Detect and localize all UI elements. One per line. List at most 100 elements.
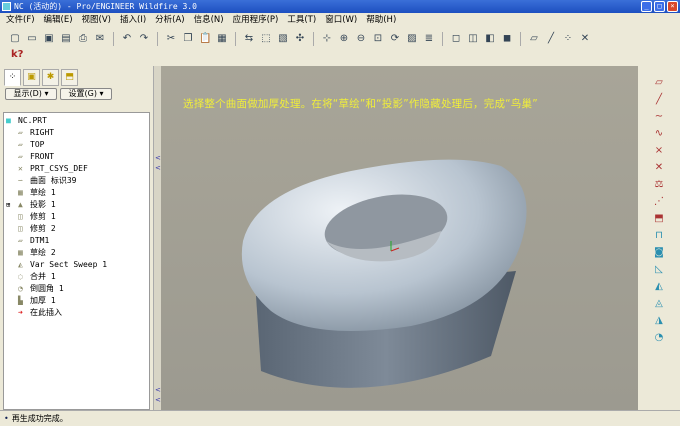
- tree-item-label: NC.PRT: [18, 116, 47, 125]
- variable-sweep-icon[interactable]: ◮: [652, 314, 666, 328]
- insert-style-icon[interactable]: ⬒: [652, 212, 666, 226]
- tree-item-label: 合并 1: [30, 272, 56, 281]
- offset-icon[interactable]: ◬: [652, 297, 666, 311]
- minimize-button[interactable]: _: [641, 1, 652, 12]
- graphics-viewport[interactable]: 选择整个曲面做加厚处理。在将“草绘”和“投影”作隐藏处理后，完成“鸟巢”: [161, 66, 638, 410]
- tree-item[interactable]: ■ NC.PRT: [4, 115, 149, 127]
- tree-item[interactable]: ◭ Var Sect Sweep 1: [4, 259, 149, 271]
- saved-views-icon[interactable]: ▨: [405, 32, 419, 46]
- regenerate-icon[interactable]: ⇆: [242, 32, 256, 46]
- menu-item-6[interactable]: 应用程序(P): [233, 13, 279, 28]
- menu-item-4[interactable]: 分析(A): [155, 13, 184, 28]
- tab-folder-browser[interactable]: ▣: [23, 69, 40, 86]
- menu-item-1[interactable]: 编辑(E): [44, 13, 73, 28]
- round-icon[interactable]: ◔: [652, 331, 666, 345]
- new-icon[interactable]: ▢: [8, 32, 22, 46]
- tree-item[interactable]: ▱ TOP: [4, 139, 149, 151]
- no-hidden-icon[interactable]: ◧: [483, 32, 497, 46]
- datum-plane-icon[interactable]: ▱: [652, 76, 666, 90]
- tree-item[interactable]: ➜ 在此插入: [4, 307, 149, 319]
- blend-icon[interactable]: ◭: [652, 280, 666, 294]
- save-copy-icon[interactable]: ▤: [59, 32, 73, 46]
- redo-icon[interactable]: ↷: [137, 32, 151, 46]
- save-icon[interactable]: ▣: [42, 32, 56, 46]
- layers-icon[interactable]: ≣: [422, 32, 436, 46]
- print-icon[interactable]: ⎙: [76, 32, 90, 46]
- tree-item-label: 加厚 1: [30, 296, 56, 305]
- orient-icon[interactable]: ⊹: [320, 32, 334, 46]
- analysis-icon[interactable]: ⚖: [652, 178, 666, 192]
- tree-item[interactable]: ◌ 合并 1: [4, 271, 149, 283]
- datum-more-icon[interactable]: ⋰: [652, 195, 666, 209]
- menu-item-9[interactable]: 帮助(H): [366, 13, 396, 28]
- menu-item-2[interactable]: 视图(V): [82, 13, 111, 28]
- secondary-toolbar: k?: [0, 49, 24, 65]
- hidden-line-icon[interactable]: ◫: [466, 32, 480, 46]
- tree-item-label: 草绘 2: [30, 248, 56, 257]
- shaded-icon[interactable]: ◼: [500, 32, 514, 46]
- expand-icon[interactable]: ⊞: [6, 199, 10, 211]
- refit-icon[interactable]: ⊡: [371, 32, 385, 46]
- tree-item[interactable]: ▱ RIGHT: [4, 127, 149, 139]
- zoom-in-icon[interactable]: ⊕: [337, 32, 351, 46]
- menu-item-5[interactable]: 信息(N): [194, 13, 224, 28]
- sweep-icon[interactable]: ◺: [652, 263, 666, 277]
- sketch-icon[interactable]: ∿: [652, 127, 666, 141]
- datum-axis-icon[interactable]: ╱: [652, 93, 666, 107]
- datum-axes-icon[interactable]: ╱: [544, 32, 558, 46]
- open-icon[interactable]: ▭: [25, 32, 39, 46]
- tree-item[interactable]: ▦ 草绘 1: [4, 187, 149, 199]
- feature-icon: ∽: [18, 176, 23, 185]
- tree-item[interactable]: ⊞ ▲ 投影 1: [4, 199, 149, 211]
- panel-splitter[interactable]: < < < <: [153, 66, 161, 410]
- tree-item[interactable]: ▱ FRONT: [4, 151, 149, 163]
- tree-item[interactable]: ∽ 曲面 标识39: [4, 175, 149, 187]
- select-box-icon[interactable]: ⬚: [259, 32, 273, 46]
- tree-item[interactable]: ✕ PRT_CSYS_DEF: [4, 163, 149, 175]
- close-button[interactable]: ×: [667, 1, 678, 12]
- zoom-out-icon[interactable]: ⊖: [354, 32, 368, 46]
- tree-item[interactable]: ▙ 加厚 1: [4, 295, 149, 307]
- spin-center-icon[interactable]: ✣: [293, 32, 307, 46]
- datum-curve-icon[interactable]: ∼: [652, 110, 666, 124]
- repaint-icon[interactable]: ▧: [276, 32, 290, 46]
- tree-item-label: 在此插入: [30, 308, 62, 317]
- coord-sys-icon[interactable]: ✕: [578, 32, 592, 46]
- settings-dropdown[interactable]: 设置(G) ▾: [60, 88, 112, 100]
- tree-item[interactable]: ◫ 修剪 1: [4, 211, 149, 223]
- menu-item-7[interactable]: 工具(T): [287, 13, 316, 28]
- reorient-icon[interactable]: ⟳: [388, 32, 402, 46]
- show-dropdown[interactable]: 显示(D) ▾: [5, 88, 57, 100]
- feature-icon: ▱: [18, 140, 23, 149]
- datum-planes-icon[interactable]: ▱: [527, 32, 541, 46]
- feature-icon: ▙: [18, 296, 23, 305]
- menu-item-8[interactable]: 窗口(W): [325, 13, 357, 28]
- cut-icon[interactable]: ✂: [164, 32, 178, 46]
- paste-special-icon[interactable]: ▦: [215, 32, 229, 46]
- tree-item[interactable]: ▦ 草绘 2: [4, 247, 149, 259]
- extrude-icon[interactable]: ⊓: [652, 229, 666, 243]
- tree-item-label: RIGHT: [30, 128, 55, 137]
- copy-icon[interactable]: ❐: [181, 32, 195, 46]
- wireframe-icon[interactable]: ◻: [449, 32, 463, 46]
- main-toolbar: ▢ ▭ ▣ ▤ ⎙ ✉ ↶ ↷ ✂ ❐ 📋 ▦ ⇆ ⬚ ▧ ✣ ⊹ ⊕ ⊖ ⊡ ⟳ ▨ ≣ ◻ ◫ ◧ ◼ ▱ ╱ ⁘ ✕: [0, 29, 680, 49]
- tree-item[interactable]: ▱ DTM1: [4, 235, 149, 247]
- tab-connections[interactable]: ⬒: [61, 69, 78, 86]
- paste-icon[interactable]: 📋: [198, 32, 212, 46]
- email-icon[interactable]: ✉: [93, 32, 107, 46]
- instruction-text: 选择整个曲面做加厚处理。在将“草绘”和“投影”作隐藏处理后，完成“鸟巢”: [183, 98, 538, 110]
- tab-favorites[interactable]: ✱: [42, 69, 59, 86]
- menu-item-3[interactable]: 插入(I): [120, 13, 146, 28]
- tab-model-tree[interactable]: ⁘: [4, 69, 21, 86]
- undo-icon[interactable]: ↶: [120, 32, 134, 46]
- revolve-icon[interactable]: ◙: [652, 246, 666, 260]
- tree-item[interactable]: ◔ 倒圆角 1: [4, 283, 149, 295]
- context-help-button[interactable]: k?: [10, 48, 24, 61]
- menu-item-0[interactable]: 文件(F): [6, 13, 35, 28]
- datum-point-icon[interactable]: ×: [652, 144, 666, 158]
- toolbar-separator: [520, 32, 521, 46]
- coord-sys-icon[interactable]: ✕: [652, 161, 666, 175]
- tree-item[interactable]: ◫ 修剪 2: [4, 223, 149, 235]
- datum-points-icon[interactable]: ⁘: [561, 32, 575, 46]
- maximize-button[interactable]: □: [654, 1, 665, 12]
